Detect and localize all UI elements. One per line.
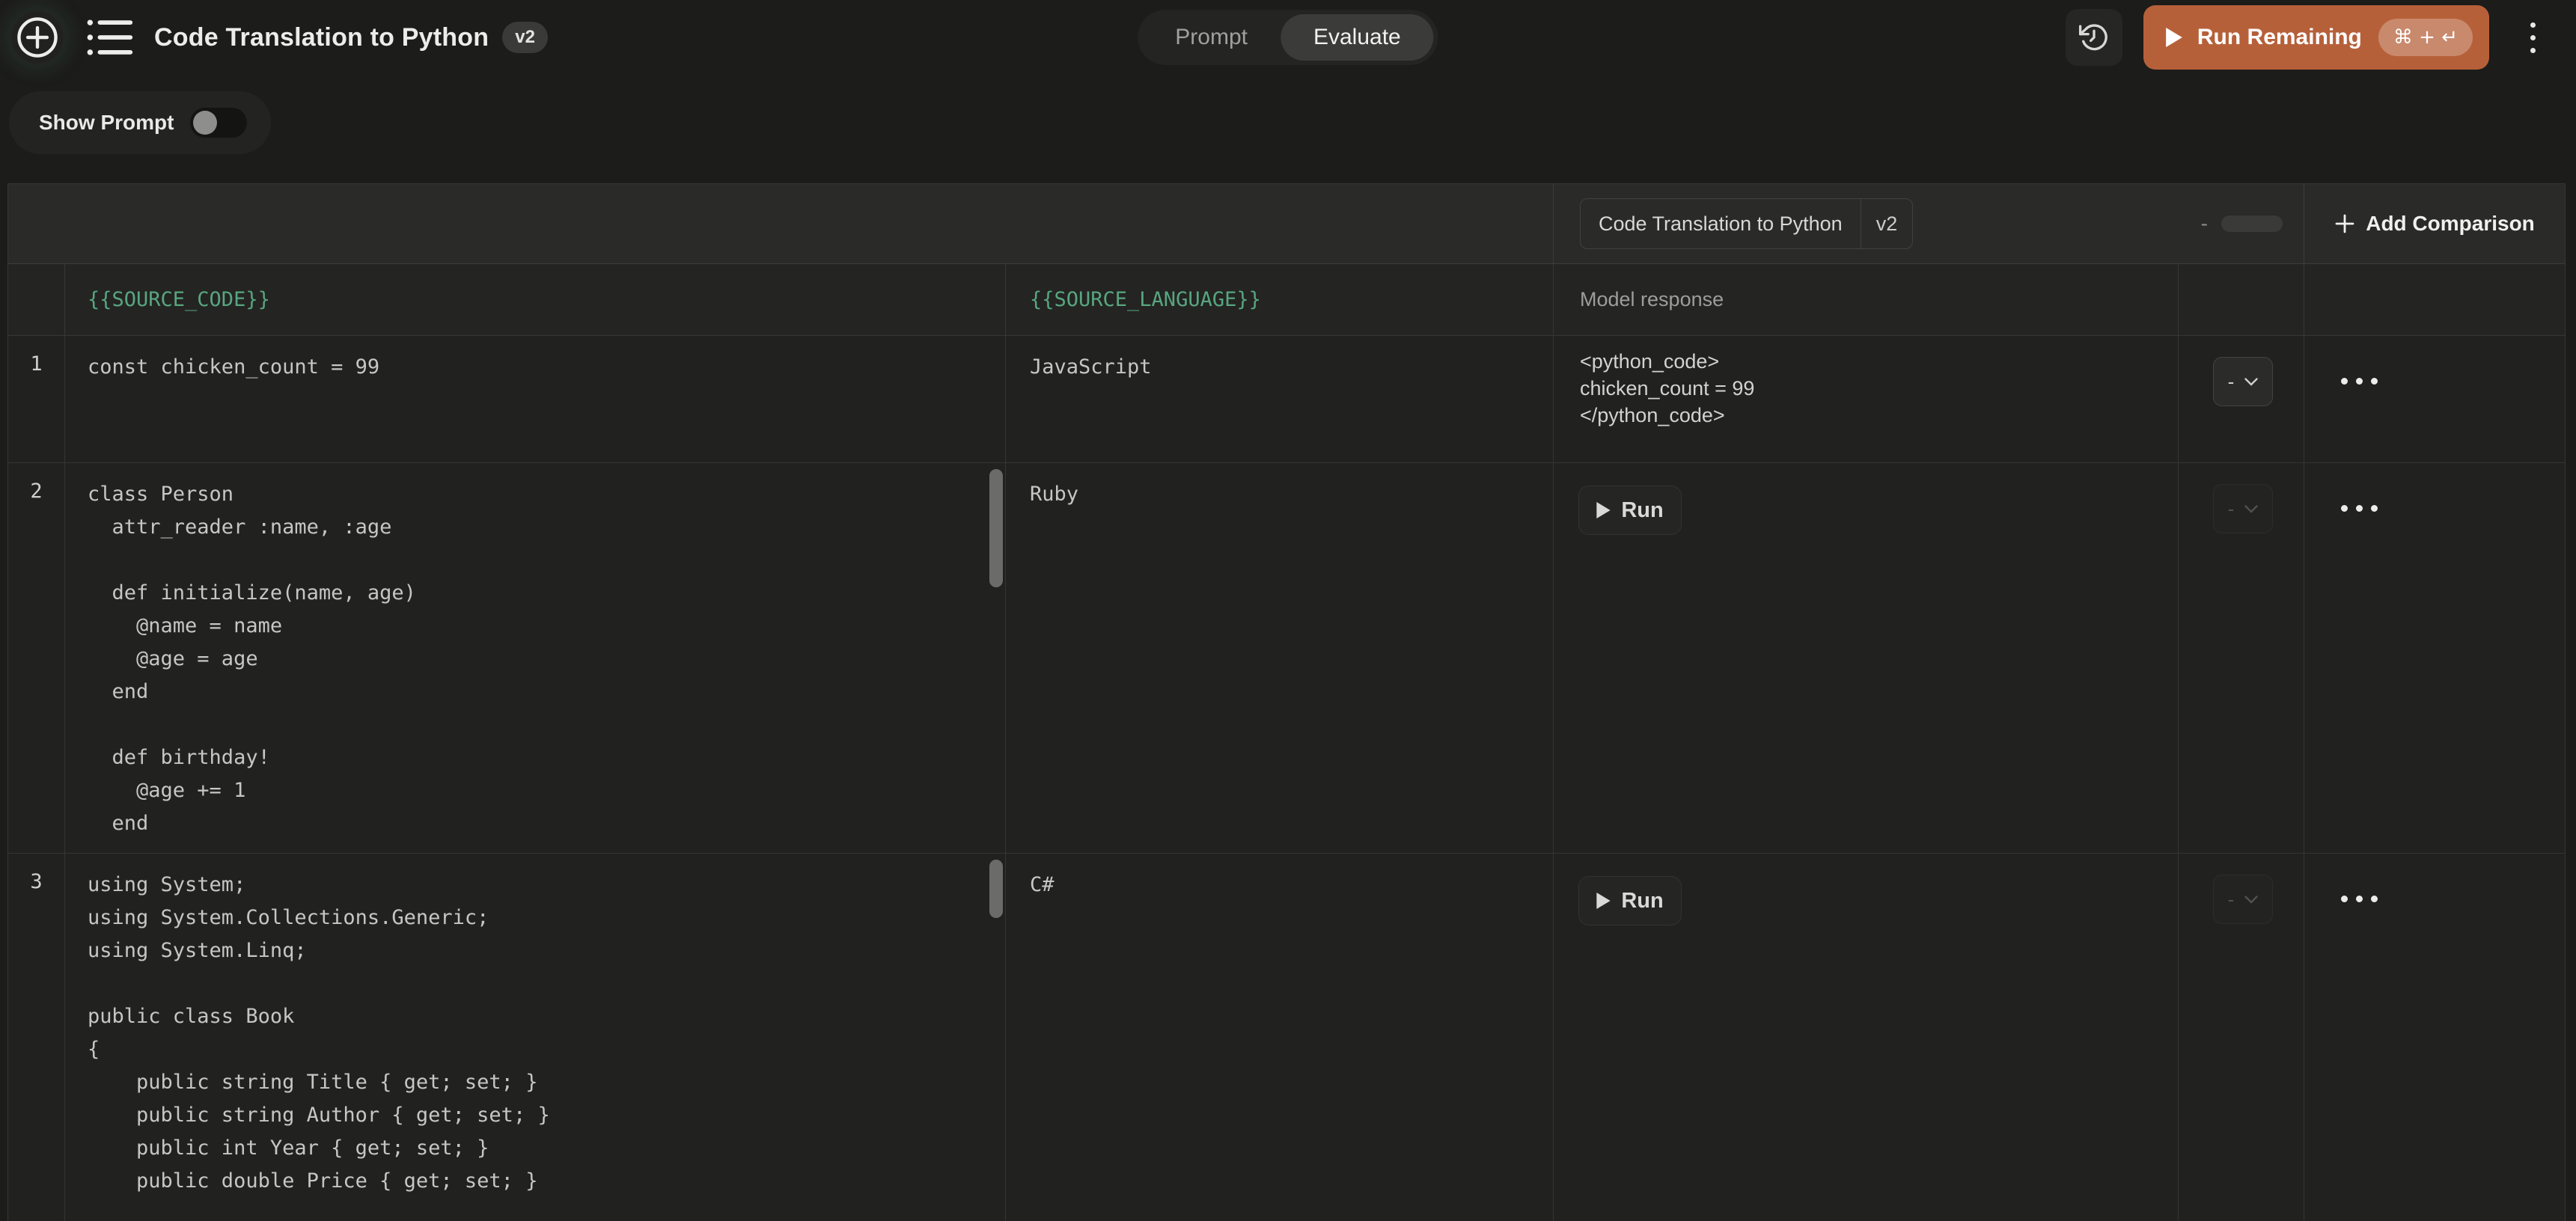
row-menu-button[interactable] bbox=[2341, 896, 2565, 902]
row-number: 1 bbox=[8, 336, 65, 463]
run-remaining-label: Run Remaining bbox=[2197, 25, 2362, 50]
row-menu-button[interactable] bbox=[2341, 378, 2565, 385]
source-code-cell[interactable]: const chicken_count = 99 bbox=[65, 336, 1006, 463]
play-icon bbox=[1596, 893, 1611, 909]
list-icon bbox=[87, 17, 133, 58]
cell-scrollbar[interactable] bbox=[989, 469, 1003, 587]
source-code-cell[interactable]: class Person attr_reader :name, :age def… bbox=[65, 463, 1006, 854]
prompt-list-button[interactable] bbox=[85, 13, 135, 62]
more-vertical-icon bbox=[2530, 22, 2536, 53]
overflow-menu-button[interactable] bbox=[2516, 9, 2549, 66]
score-value: - bbox=[2228, 499, 2235, 518]
keyboard-shortcut-badge: ⌘ + ↵ bbox=[2378, 19, 2473, 56]
show-prompt-label: Show Prompt bbox=[39, 111, 174, 135]
play-icon bbox=[2166, 28, 2182, 47]
page-title: Code Translation to Python bbox=[154, 23, 489, 52]
actions-cell bbox=[2304, 463, 2565, 854]
tab-prompt[interactable]: Prompt bbox=[1142, 14, 1281, 61]
source-language-cell[interactable]: JavaScript bbox=[1006, 336, 1554, 463]
model-chip[interactable]: Code Translation to Python v2 bbox=[1580, 198, 1913, 249]
score-cell: - bbox=[2179, 463, 2304, 854]
score-select[interactable]: - bbox=[2213, 357, 2273, 406]
add-comparison-label: Add Comparison bbox=[2366, 212, 2535, 236]
evaluation-table: Code Translation to Python v2 - Add Comp… bbox=[7, 183, 2566, 1221]
source-code-text: const chicken_count = 99 bbox=[65, 336, 1005, 384]
source-code-cell[interactable]: using System; using System.Collections.G… bbox=[65, 854, 1006, 1221]
add-comparison-button[interactable]: Add Comparison bbox=[2304, 184, 2565, 264]
source-language-cell[interactable]: C# bbox=[1006, 854, 1554, 1221]
column-header-source-language: {{SOURCE_LANGUAGE}} bbox=[1006, 264, 1554, 336]
model-response-text: <python_code> chicken_count = 99 </pytho… bbox=[1554, 336, 2178, 429]
chevron-down-icon bbox=[2244, 505, 2258, 513]
score-value: - bbox=[2228, 890, 2235, 909]
header-left: Code Translation to Python v2 bbox=[0, 10, 548, 64]
model-chip-version: v2 bbox=[1861, 199, 1913, 248]
run-label: Run bbox=[1621, 889, 1663, 914]
plus-icon bbox=[2334, 213, 2355, 234]
score-placeholder-bar bbox=[2221, 215, 2283, 232]
comparison-row-spacer bbox=[8, 184, 1554, 264]
column-header-score bbox=[2179, 264, 2304, 336]
show-prompt-toggle[interactable] bbox=[190, 108, 247, 138]
model-response-cell: Run bbox=[1554, 854, 2179, 1221]
mode-tabs: Prompt Evaluate bbox=[1138, 10, 1438, 65]
score-cell: - bbox=[2179, 336, 2304, 463]
new-item-button[interactable] bbox=[10, 10, 64, 64]
cell-scrollbar[interactable] bbox=[989, 860, 1003, 918]
run-row-button[interactable]: Run bbox=[1578, 876, 1682, 925]
comparison-score: - bbox=[2201, 212, 2283, 236]
run-remaining-button[interactable]: Run Remaining ⌘ + ↵ bbox=[2143, 5, 2489, 70]
run-label: Run bbox=[1621, 498, 1663, 523]
column-header-actions bbox=[2304, 264, 2565, 336]
score-value: - bbox=[2228, 372, 2235, 391]
show-prompt-control: Show Prompt bbox=[9, 91, 271, 154]
row-number: 2 bbox=[8, 463, 65, 854]
source-language-cell[interactable]: Ruby bbox=[1006, 463, 1554, 854]
run-row-button[interactable]: Run bbox=[1578, 486, 1682, 535]
header-right: Run Remaining ⌘ + ↵ bbox=[2066, 0, 2549, 75]
chevron-down-icon bbox=[2244, 896, 2258, 904]
app-header: Code Translation to Python v2 Prompt Eva… bbox=[0, 0, 2576, 75]
history-icon bbox=[2078, 22, 2110, 53]
model-response-cell[interactable]: <python_code> chicken_count = 99 </pytho… bbox=[1554, 336, 2179, 463]
version-badge: v2 bbox=[502, 22, 548, 53]
play-icon bbox=[1596, 502, 1611, 518]
history-button[interactable] bbox=[2066, 9, 2122, 66]
score-select-disabled[interactable]: - bbox=[2213, 875, 2273, 924]
actions-cell bbox=[2304, 336, 2565, 463]
chevron-down-icon bbox=[2244, 378, 2258, 386]
model-chip-name: Code Translation to Python bbox=[1581, 199, 1861, 248]
comparison-cell: Code Translation to Python v2 - bbox=[1554, 184, 2304, 264]
comparison-score-value: - bbox=[2201, 212, 2208, 236]
labels-row-spacer bbox=[8, 264, 65, 336]
column-header-model-response: Model response bbox=[1554, 264, 2179, 336]
actions-cell bbox=[2304, 854, 2565, 1221]
toggle-knob bbox=[193, 111, 217, 135]
plus-circle-icon bbox=[14, 14, 61, 61]
score-select-disabled[interactable]: - bbox=[2213, 484, 2273, 533]
score-cell: - bbox=[2179, 854, 2304, 1221]
column-header-source-code: {{SOURCE_CODE}} bbox=[65, 264, 1006, 336]
model-response-cell: Run bbox=[1554, 463, 2179, 854]
row-number: 3 bbox=[8, 854, 65, 1221]
source-code-text: class Person attr_reader :name, :age def… bbox=[65, 463, 1005, 840]
row-menu-button[interactable] bbox=[2341, 505, 2565, 512]
source-code-text: using System; using System.Collections.G… bbox=[65, 854, 1005, 1198]
tab-evaluate[interactable]: Evaluate bbox=[1281, 14, 1434, 61]
